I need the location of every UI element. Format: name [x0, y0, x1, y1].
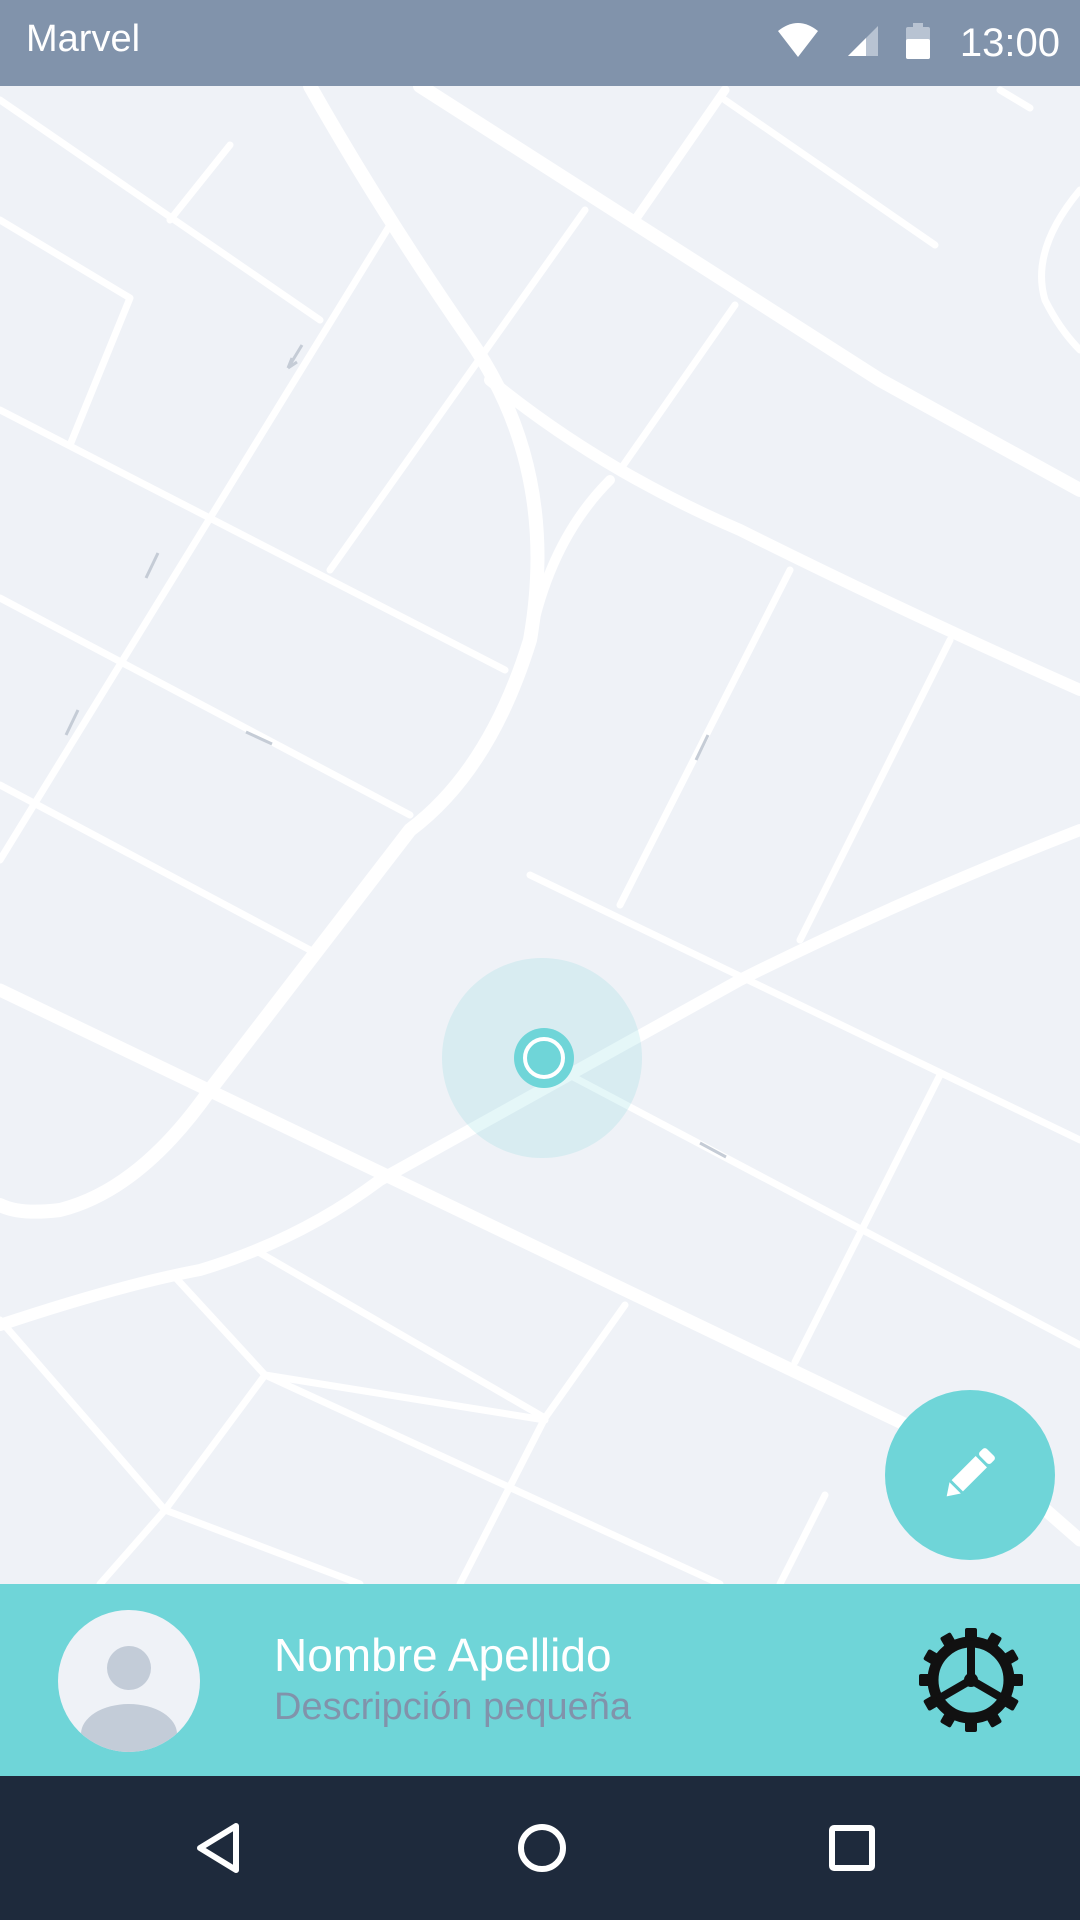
edit-fab-button[interactable]	[885, 1390, 1055, 1560]
pencil-icon	[937, 1440, 1003, 1511]
settings-button[interactable]	[915, 1624, 1027, 1736]
profile-description: Descripción pequeña	[274, 1686, 632, 1728]
status-time: 13:00	[959, 20, 1060, 65]
app-title: Marvel	[26, 18, 141, 60]
map-road	[0, 1316, 364, 1584]
map-road	[791, 1071, 944, 1366]
map-road	[484, 374, 1080, 696]
map-road	[616, 301, 739, 474]
status-bar: Marvel 13:00	[0, 0, 1080, 86]
home-icon	[518, 1824, 566, 1872]
navigation-bar	[0, 1776, 1080, 1920]
profile-bar[interactable]: Nombre Apellido Descripción pequeña	[0, 1584, 1080, 1776]
map-road	[721, 96, 939, 249]
map-arrow-icon	[286, 344, 304, 370]
recents-button[interactable]	[816, 1812, 888, 1884]
battery-icon	[905, 22, 930, 64]
map-road	[996, 86, 1034, 112]
map-roads	[0, 86, 1080, 1584]
map-road	[630, 86, 730, 225]
map-road	[96, 1371, 269, 1584]
status-icons: 13:00	[776, 16, 1060, 70]
map-road	[0, 96, 324, 324]
map-road	[0, 594, 414, 819]
recents-icon	[829, 1825, 875, 1871]
map-road	[776, 1491, 829, 1584]
home-button[interactable]	[506, 1812, 578, 1884]
map-road	[261, 1371, 724, 1584]
location-marker-icon	[514, 1028, 574, 1088]
map-road	[556, 1066, 1080, 1349]
avatar[interactable]	[58, 1610, 200, 1752]
signal-icon	[846, 24, 880, 63]
back-button[interactable]	[182, 1812, 254, 1884]
map-road	[171, 1273, 549, 1424]
map-road	[616, 566, 794, 909]
map-road	[0, 221, 394, 864]
map-road	[1038, 186, 1080, 354]
profile-name: Nombre Apellido	[274, 1629, 612, 1681]
gear-icon	[919, 1628, 1023, 1732]
map-road	[0, 216, 134, 449]
map-road	[166, 141, 234, 224]
back-icon	[197, 1823, 239, 1873]
person-icon	[81, 1646, 177, 1752]
map-arrow-icon	[144, 552, 160, 579]
map-road	[0, 781, 314, 954]
map-view[interactable]	[0, 86, 1080, 1584]
wifi-icon	[776, 21, 820, 66]
